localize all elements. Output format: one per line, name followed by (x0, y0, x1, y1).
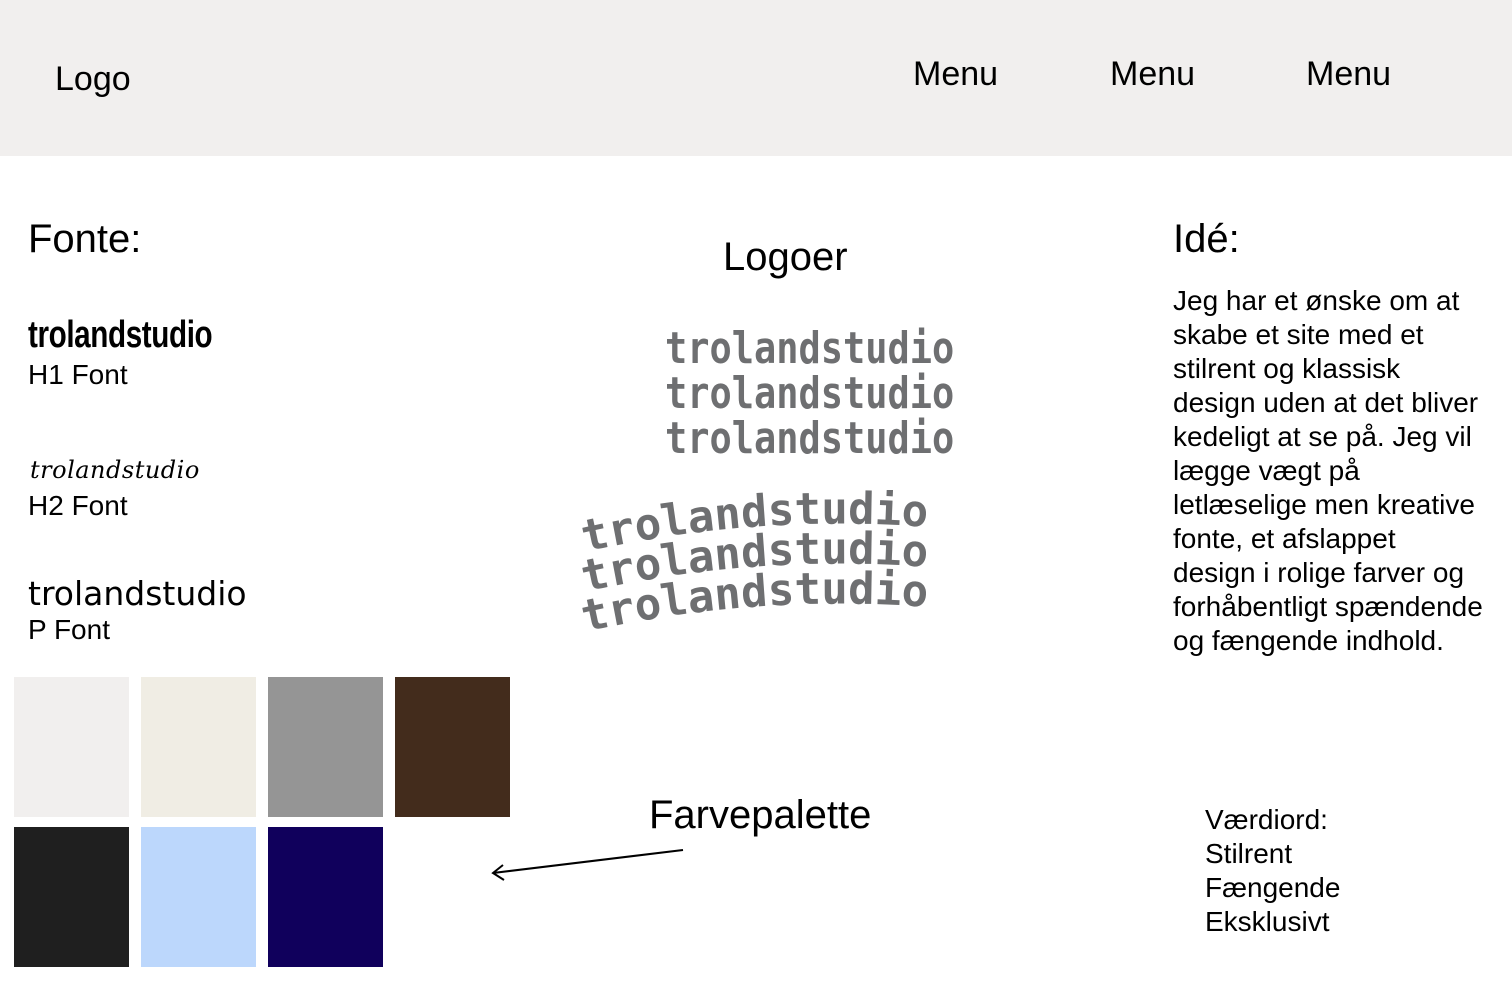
header-bar: Logo Menu Menu Menu (0, 0, 1512, 156)
value-item-1: Stilrent (1205, 838, 1293, 869)
swatch-5 (14, 827, 129, 967)
value-item-3: Eksklusivt (1205, 906, 1330, 937)
logo-stack-line-1: trolandstudio (665, 323, 955, 374)
header-logo[interactable]: Logo (55, 60, 131, 99)
arrow-left-icon (491, 849, 684, 881)
values-title: Værdiord: (1205, 804, 1328, 835)
p-font-label: P Font (28, 614, 110, 645)
logo-arched: trolandstudio trolandstudio trolandstudi… (577, 490, 930, 643)
h2-font-label: H2 Font (28, 490, 128, 521)
value-item-2: Fængende (1205, 872, 1341, 903)
swatch-7 (268, 827, 383, 967)
swatch-2 (141, 677, 256, 817)
menu-item-3[interactable]: Menu (1306, 55, 1391, 94)
swatch-6 (141, 827, 256, 967)
h1-font-label: H1 Font (28, 359, 128, 390)
menu-item-2[interactable]: Menu (1110, 55, 1195, 94)
h2-font-sample: trolandstudio (30, 456, 200, 484)
logo-stack-line-2: trolandstudio (665, 368, 955, 419)
swatch-1 (14, 677, 129, 817)
idea-text: Jeg har et ønske om at skabe et site med… (1173, 285, 1483, 656)
logo-stacked: trolandstudio trolandstudio trolandstudi… (665, 326, 954, 461)
swatch-4 (395, 677, 510, 817)
idea-title: Idé: (1173, 217, 1240, 261)
logos-title: Logoer (723, 235, 848, 279)
logo-stack-line-3: trolandstudio (665, 413, 955, 464)
h1-font-sample: trolandstudio (28, 314, 213, 356)
p-font-sample: trolandstudio (28, 574, 247, 613)
menu-item-1[interactable]: Menu (913, 55, 998, 94)
fonts-title: Fonte: (28, 217, 142, 261)
swatch-3 (268, 677, 383, 817)
palette-title: Farvepalette (649, 793, 872, 837)
values-list: Værdiord: Stilrent Fængende Eksklusivt (1205, 803, 1340, 939)
